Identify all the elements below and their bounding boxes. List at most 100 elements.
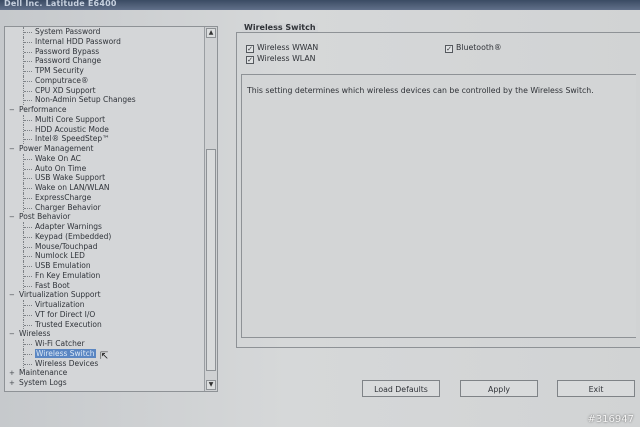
tree-category[interactable]: − Performance bbox=[5, 105, 203, 115]
tree-item[interactable]: Wake on LAN/WLAN bbox=[5, 183, 203, 193]
tree-branch-line bbox=[23, 231, 34, 242]
tree-item[interactable]: CPU XD Support bbox=[5, 85, 203, 96]
tree-row-label: USB Emulation bbox=[35, 261, 91, 270]
tree-item[interactable]: Adapter Warnings bbox=[5, 222, 203, 232]
tree-branch-line bbox=[23, 46, 34, 57]
wireless-wwan-label: Wireless WWAN bbox=[257, 43, 319, 52]
tree-branch-line bbox=[23, 358, 34, 369]
tree-row-label: TPM Security bbox=[35, 66, 84, 75]
tree-row-label: Mouse/Touchpad bbox=[35, 241, 98, 251]
tree-row-label: Non-Admin Setup Changes bbox=[35, 95, 136, 105]
tree-row-label: Fast Boot bbox=[35, 280, 70, 290]
tree-branch-line bbox=[23, 270, 34, 281]
tree-row-label: Intel® SpeedStep™ bbox=[35, 134, 110, 144]
tree-row-label: Adapter Warnings bbox=[35, 222, 102, 231]
tree-item[interactable]: VT for Direct I/O bbox=[5, 309, 203, 320]
tree-category[interactable]: + System Logs bbox=[5, 378, 203, 388]
tree-item[interactable]: Numlock LED bbox=[5, 251, 203, 261]
tree-row-label: HDD Acoustic Mode bbox=[35, 124, 109, 134]
tree-row-label: Numlock LED bbox=[35, 251, 85, 261]
tree-item[interactable]: Computrace® bbox=[5, 75, 203, 86]
tree-row-label: VT for Direct I/O bbox=[35, 309, 96, 319]
tree-item[interactable]: Wake On AC bbox=[5, 153, 203, 164]
tree-branch-line bbox=[23, 261, 34, 271]
load-defaults-button[interactable]: Load Defaults bbox=[362, 380, 440, 397]
tree-branch-line bbox=[23, 27, 34, 37]
tree-item[interactable]: Auto On Time bbox=[5, 163, 203, 174]
tree-list: System Password Internal HDD Password Pass… bbox=[5, 27, 203, 388]
tree-item[interactable]: Password Bypass bbox=[5, 46, 203, 57]
tree-category[interactable]: − Wireless bbox=[5, 329, 203, 339]
tree-item[interactable]: Fn Key Emulation bbox=[5, 270, 203, 281]
tree-item[interactable]: Keypad (Embedded) bbox=[5, 231, 203, 242]
tree-branch-line bbox=[23, 183, 34, 193]
tree-row-label: Virtualization bbox=[35, 300, 85, 309]
tree-item[interactable]: Password Change bbox=[5, 56, 203, 66]
tree-row-label: Fn Key Emulation bbox=[35, 270, 101, 280]
description-text: This setting determines which wireless d… bbox=[247, 86, 594, 95]
tree-item[interactable]: Wi-Fi Catcher bbox=[5, 339, 203, 349]
tree-item[interactable]: Internal HDD Password bbox=[5, 36, 203, 47]
tree-row-label: Trusted Execution bbox=[35, 319, 102, 329]
tree-branch-line bbox=[23, 114, 34, 125]
title-strip: Dell Inc. Latitude E6400 bbox=[0, 0, 640, 10]
tree-item[interactable]: Fast Boot bbox=[5, 280, 203, 291]
tree-item[interactable]: Virtualization bbox=[5, 300, 203, 310]
tree-row-label: USB Wake Support bbox=[35, 173, 106, 183]
scroll-down-arrow-icon[interactable]: ▼ bbox=[206, 380, 216, 390]
tree-row-label: Password Change bbox=[35, 56, 102, 66]
tree-item[interactable]: USB Wake Support bbox=[5, 173, 203, 183]
bluetooth-label: Bluetooth® bbox=[456, 43, 502, 52]
tree-row-label: Wi-Fi Catcher bbox=[35, 339, 85, 348]
tree-item[interactable]: Trusted Execution bbox=[5, 319, 203, 330]
tree-branch-line bbox=[23, 134, 34, 144]
tree-branch-line bbox=[23, 163, 34, 174]
tree-scrollbar[interactable]: ▲ ▼ bbox=[204, 27, 217, 391]
scroll-thumb[interactable] bbox=[206, 149, 216, 371]
tree-item[interactable]: Charger Behavior bbox=[5, 202, 203, 213]
tree-row-label: System Logs bbox=[19, 378, 67, 387]
tree-row-label: System Password bbox=[35, 27, 101, 36]
tree-item[interactable]: Non-Admin Setup Changes bbox=[5, 95, 203, 105]
tree-item[interactable]: USB Emulation bbox=[5, 261, 203, 271]
tree-branch-line bbox=[23, 153, 34, 164]
tree-branch-line bbox=[23, 56, 34, 66]
tree-branch-line bbox=[23, 36, 34, 47]
check-icon: ✓ bbox=[445, 45, 453, 53]
tree-row-label: Keypad (Embedded) bbox=[35, 231, 112, 241]
tree-item[interactable]: TPM Security bbox=[5, 66, 203, 76]
tree-row-label: Wireless Devices bbox=[35, 358, 99, 368]
tree-item[interactable]: Intel® SpeedStep™ bbox=[5, 134, 203, 144]
tree-category[interactable]: − Post Behavior bbox=[5, 212, 203, 222]
tree-branch-line bbox=[23, 85, 34, 96]
check-icon: ✓ bbox=[246, 56, 254, 64]
tree-row-label: Wireless Switch bbox=[35, 348, 96, 358]
tree-row-label: Multi Core Support bbox=[35, 114, 106, 124]
tree-item[interactable]: System Password bbox=[5, 27, 203, 37]
tree-category[interactable]: + Maintenance bbox=[5, 368, 203, 378]
tree-category[interactable]: − Power Management bbox=[5, 144, 203, 154]
tree-row-label: Auto On Time bbox=[35, 163, 87, 173]
panel-title: Wireless Switch bbox=[242, 23, 318, 32]
tree-item[interactable]: Mouse/Touchpad bbox=[5, 241, 203, 252]
window-title: Dell Inc. Latitude E6400 bbox=[4, 0, 117, 8]
tree-item[interactable]: Multi Core Support bbox=[5, 114, 203, 125]
tree-category[interactable]: − Virtualization Support bbox=[5, 290, 203, 300]
tree-row-label: Wireless bbox=[19, 329, 51, 339]
tree-item[interactable]: HDD Acoustic Mode bbox=[5, 124, 203, 135]
wireless-wlan-checkbox[interactable]: ✓ Wireless WLAN bbox=[246, 54, 316, 64]
tree-branch-line bbox=[23, 251, 34, 261]
tree-item[interactable]: ExpressCharge bbox=[5, 192, 203, 203]
apply-button[interactable]: Apply bbox=[460, 380, 538, 397]
wireless-wlan-label: Wireless WLAN bbox=[257, 54, 316, 63]
wireless-wwan-checkbox[interactable]: ✓ Wireless WWAN bbox=[246, 43, 318, 53]
tree-branch-line bbox=[23, 300, 34, 310]
expand-icon[interactable]: + bbox=[9, 379, 15, 389]
scroll-up-arrow-icon[interactable]: ▲ bbox=[206, 28, 216, 38]
bluetooth-checkbox[interactable]: ✓ Bluetooth® bbox=[445, 43, 502, 53]
watermark-text: #316947 bbox=[587, 414, 634, 425]
check-icon: ✓ bbox=[246, 45, 254, 53]
tree-branch-line bbox=[23, 241, 34, 252]
exit-button[interactable]: Exit bbox=[557, 380, 635, 397]
tree-branch-line bbox=[23, 173, 34, 183]
